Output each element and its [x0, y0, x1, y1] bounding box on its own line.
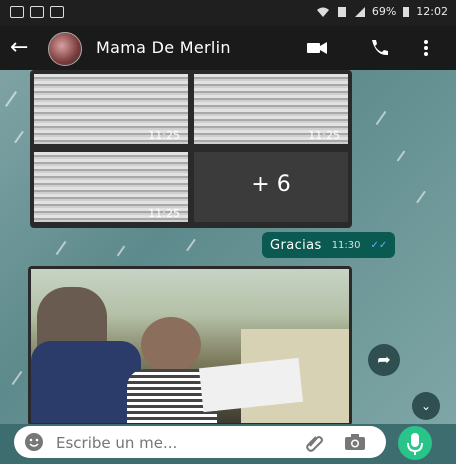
battery-icon [403, 6, 410, 17]
wallpaper-streak [14, 130, 24, 144]
more-count: + 6 [251, 172, 291, 197]
photo-detail [31, 341, 141, 423]
signal-icon [354, 6, 365, 17]
contact-name[interactable]: Mama De Merlin [96, 38, 231, 57]
message-time: 11:30 [331, 239, 361, 251]
microphone-icon [407, 433, 423, 455]
wallpaper-streak [11, 370, 23, 386]
more-options-icon[interactable] [422, 38, 430, 58]
message-time: 11:25 [148, 207, 180, 220]
message-input[interactable] [54, 430, 278, 456]
composer-bar [0, 424, 456, 460]
photo-detail [141, 317, 201, 373]
message-text: Gracias [270, 237, 322, 253]
wallpaper-streak [55, 240, 67, 256]
notification-icons [10, 6, 64, 18]
back-arrow-icon[interactable]: ← [10, 35, 28, 60]
battery-percent: 69% [371, 5, 397, 18]
read-ticks-icon: ✓✓ [370, 239, 388, 251]
wallpaper-streak [186, 238, 196, 252]
message-time: 11:25 [148, 129, 180, 142]
wallpaper-streak [375, 110, 387, 126]
wallpaper-streak [416, 190, 426, 204]
chat-header: ← Mama De Merlin [0, 26, 456, 70]
photo-message[interactable] [28, 266, 352, 424]
message-time: 11:25 [308, 129, 340, 142]
clock: 12:02 [416, 5, 448, 18]
image-album-bubble[interactable]: 11:25 11:25 11:25 + 6 [30, 70, 352, 228]
album-image[interactable]: 11:25 [34, 74, 188, 144]
album-image[interactable]: 11:25 [194, 74, 348, 144]
phone-icon[interactable] [368, 38, 390, 58]
album-image[interactable]: 11:25 [34, 152, 188, 222]
mic-button[interactable] [398, 426, 432, 460]
notification-icon [50, 6, 64, 18]
notification-icon [10, 6, 24, 18]
sim-icon [337, 6, 346, 17]
camera-icon[interactable] [344, 432, 366, 452]
notification-icon [30, 6, 44, 18]
wallpaper-streak [116, 245, 126, 257]
photo-image [31, 269, 349, 423]
attach-icon[interactable] [304, 432, 324, 452]
chat-area[interactable]: 11:25 11:25 11:25 + 6 Gracias 11:30 ✓✓ ➦… [0, 70, 456, 424]
video-call-icon[interactable] [306, 38, 328, 58]
wifi-icon [316, 7, 329, 17]
album-more-images[interactable]: + 6 [194, 152, 348, 222]
wallpaper-streak [5, 91, 17, 107]
status-bar: 69% 12:02 [0, 0, 456, 26]
avatar[interactable] [48, 32, 82, 66]
forward-icon[interactable]: ➦ [368, 344, 400, 376]
message-field-container [14, 426, 386, 458]
scroll-down-icon[interactable]: ⌄ [412, 392, 440, 420]
wallpaper-streak [396, 150, 406, 162]
emoji-icon[interactable] [24, 432, 44, 452]
outgoing-message[interactable]: Gracias 11:30 ✓✓ [262, 232, 396, 258]
